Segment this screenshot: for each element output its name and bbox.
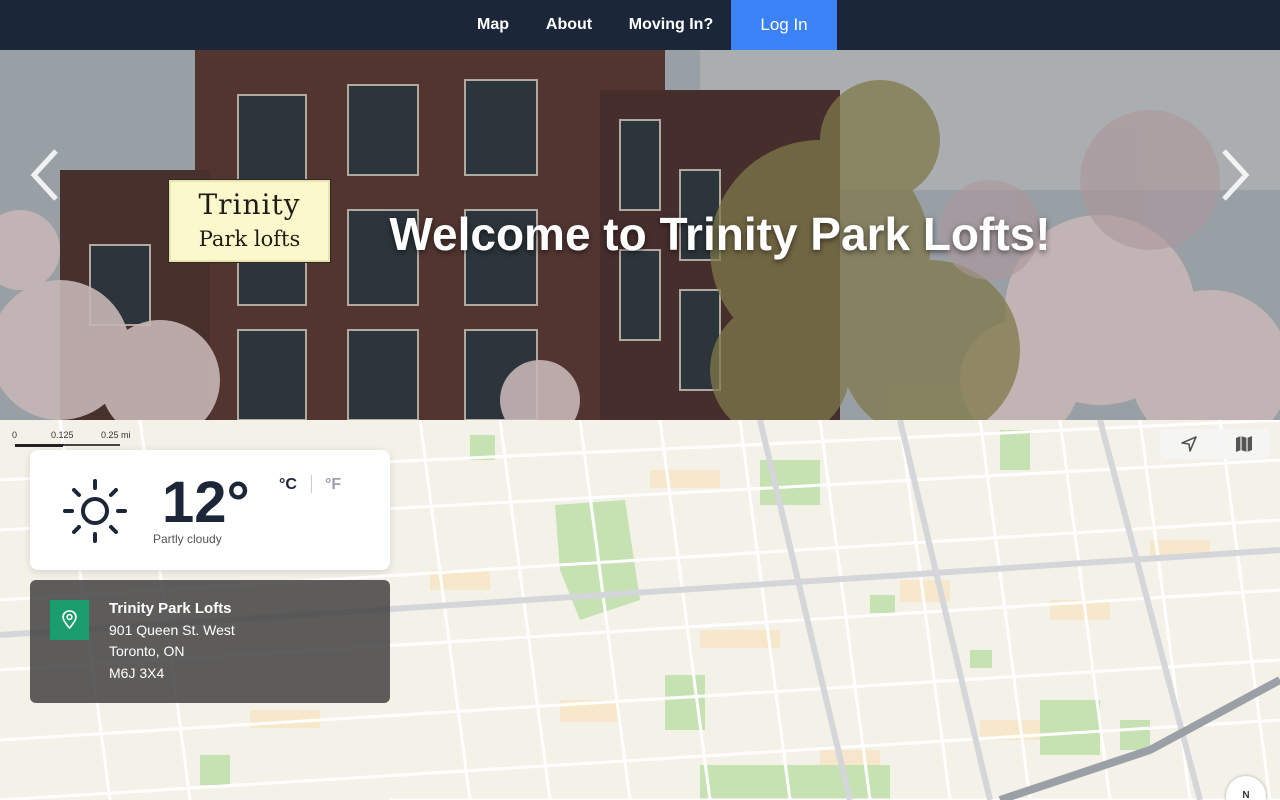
sun-icon: [63, 479, 127, 543]
weather-card: 12° Partly cloudy °C °F: [30, 450, 390, 570]
address-postal: M6J 3X4: [109, 665, 165, 681]
map-scale-bar: 0 0.125 0.25 mi: [12, 430, 142, 450]
temperature-value: 12°: [162, 470, 250, 535]
address-name: Trinity Park Lofts: [109, 600, 232, 617]
chevron-left-icon: [30, 149, 58, 201]
login-button[interactable]: Log In: [731, 0, 837, 50]
map-style-button[interactable]: [1234, 434, 1254, 454]
nav-link-map[interactable]: Map: [465, 0, 521, 50]
address-card: Trinity Park Lofts 901 Queen St. West To…: [30, 580, 390, 703]
address-street: 901 Queen St. West: [109, 622, 235, 638]
weather-condition: Partly cloudy: [153, 532, 222, 546]
celsius-toggle[interactable]: °C: [279, 476, 297, 494]
locate-me-button[interactable]: [1179, 434, 1199, 454]
scale-label-0: 0: [12, 430, 18, 440]
hero-title: Welcome to Trinity Park Lofts!: [389, 208, 1051, 260]
map-controls: [1160, 429, 1270, 459]
unit-divider: [311, 475, 312, 493]
scale-label-mid: 0.125: [51, 430, 74, 440]
fahrenheit-toggle[interactable]: °F: [325, 476, 341, 494]
scale-bar-segment: [15, 444, 63, 447]
carousel-next-button[interactable]: [1214, 145, 1254, 205]
navigation-arrow-icon: [1181, 436, 1197, 452]
nav-link-moving-in[interactable]: Moving In?: [618, 0, 724, 50]
address-city: Toronto, ON: [109, 643, 185, 659]
chevron-right-icon: [1222, 149, 1250, 201]
location-pin-badge: [50, 600, 89, 640]
top-navbar: Map About Moving In? Log In: [0, 0, 1280, 50]
location-pin-icon: [62, 610, 77, 630]
map-fold-icon: [1236, 436, 1252, 452]
nav-link-about[interactable]: About: [535, 0, 603, 50]
scale-label-end: 0.25 mi: [101, 430, 131, 440]
hero-carousel: Trinity Park lofts Welcome to Trinity Pa…: [0, 50, 1280, 420]
carousel-prev-button[interactable]: [26, 145, 66, 205]
